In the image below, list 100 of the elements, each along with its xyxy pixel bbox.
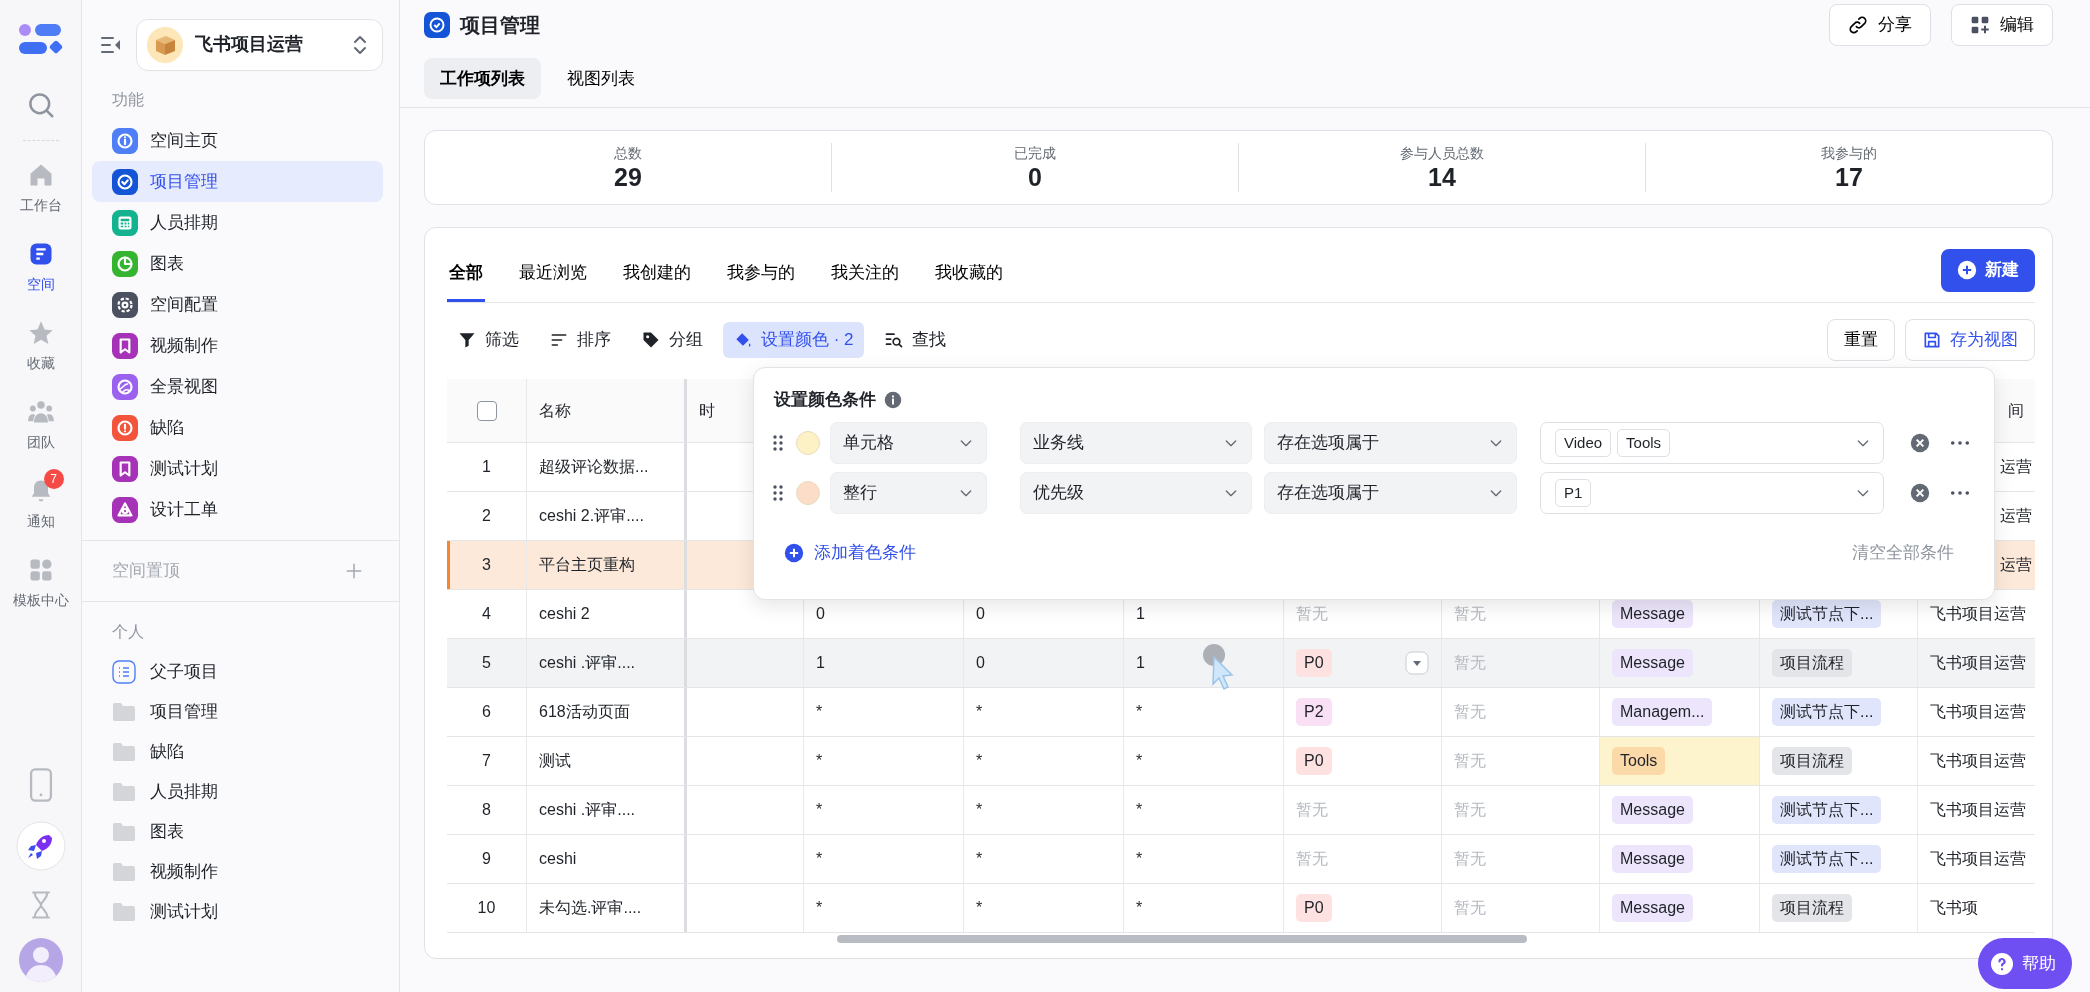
toolbar-button[interactable]: 查找 [873, 322, 956, 358]
sidebar-item[interactable]: 测试计划 [92, 448, 383, 489]
sidebar-item[interactable]: 全景视图 [92, 366, 383, 407]
option-tag: 测试节点下... [1772, 845, 1882, 873]
sidebar-item[interactable]: 项目管理 [92, 161, 383, 202]
option-tag: Message [1612, 649, 1693, 677]
new-button[interactable]: 新建 [1941, 248, 2035, 292]
table-cell-text: 飞书项 [1930, 898, 1978, 918]
rail-nav-item[interactable]: 通知 7 [1, 465, 80, 544]
plus-circle-icon [1957, 260, 1977, 280]
table-cell: * [1124, 737, 1284, 785]
edit-grid-icon [1970, 15, 1990, 35]
list-icon [112, 660, 136, 684]
section-title: 个人 [111, 622, 145, 642]
save-view-button[interactable]: 存为视图 [1905, 319, 2035, 361]
scope-select[interactable]: 整行 [830, 472, 987, 514]
sidebar-item[interactable]: 项目管理 [92, 692, 383, 732]
sidebar-item[interactable]: 缺陷 [92, 407, 383, 448]
view-tab[interactable]: 我关注的 [829, 246, 901, 302]
action-button[interactable]: 分享 [1829, 4, 1931, 46]
color-swatch[interactable] [796, 431, 820, 455]
sidebar-item[interactable]: 人员排期 [92, 202, 383, 243]
value-chip: P1 [1555, 478, 1592, 508]
field-select[interactable]: 业务线 [1020, 422, 1252, 464]
select-all-checkbox[interactable] [476, 400, 497, 421]
sidebar-item[interactable]: 空间配置 [92, 284, 383, 325]
page-tab[interactable]: 视图列表 [551, 57, 651, 100]
sidebar-item[interactable]: 视频制作 [92, 852, 383, 892]
toolbar-button[interactable]: 设置颜色 · 2 [723, 322, 864, 358]
sidebar-item[interactable]: 测试计划 [92, 892, 383, 932]
drag-handle-icon [772, 433, 784, 453]
select-value: 存在选项属于 [1277, 482, 1379, 505]
option-tag: 测试节点下... [1772, 600, 1882, 628]
table-row[interactable]: 7 测试 * * * P0 暂无 Tools 项目流程 飞书项目运营 [447, 737, 2035, 786]
page-tab[interactable]: 工作项列表 [424, 57, 541, 100]
view-tab[interactable]: 我参与的 [725, 246, 797, 302]
save-icon [1922, 330, 1942, 350]
select-value: 单元格 [843, 432, 894, 455]
help-button[interactable]: 帮助 [1978, 938, 2072, 989]
view-tab[interactable]: 我创建的 [621, 246, 693, 302]
sidebar-item[interactable]: 图表 [92, 243, 383, 284]
toolbar-button[interactable]: 排序 [539, 322, 621, 358]
table-cell: 4 [447, 590, 527, 638]
rail-nav-item[interactable]: 工作台 [1, 149, 80, 228]
scrollbar[interactable] [837, 935, 1527, 943]
rail-nav-item[interactable]: 模板中心 [1, 544, 80, 623]
table-row[interactable]: 5 ceshi .评审.... 1 0 1 P0 暂无 Message 项目流程 飞书项目运营 [447, 639, 2035, 688]
toolbar-button[interactable]: 筛选 [447, 322, 529, 358]
view-tab[interactable]: 我收藏的 [933, 246, 1005, 302]
rail-nav-item[interactable]: 团队 [1, 386, 80, 465]
info-icon [884, 391, 902, 409]
scope-select[interactable]: 单元格 [830, 422, 987, 464]
color-swatch[interactable] [796, 481, 820, 505]
section-title: 空间置顶 [112, 560, 180, 583]
action-button[interactable]: 编辑 [1951, 4, 2053, 46]
table-cell: * [1124, 835, 1284, 883]
workspace-selector[interactable]: 飞书项目运营 [136, 18, 383, 71]
popover-title: 设置颜色条件 [774, 389, 876, 412]
add-condition-button[interactable]: 添加着色条件 [784, 540, 916, 566]
table-cell: 暂无 [1442, 835, 1600, 883]
stat-label: 参与人员总数 [1400, 144, 1484, 164]
sidebar-item[interactable]: 缺陷 [92, 732, 383, 772]
operator-select[interactable]: 存在选项属于 [1264, 472, 1517, 514]
field-select[interactable]: 优先级 [1020, 472, 1252, 514]
table-cell: ceshi .评审.... [527, 786, 687, 834]
values-select[interactable]: Video Tools [1540, 422, 1884, 464]
values-select[interactable]: P1 [1540, 472, 1884, 514]
sidebar-item[interactable]: 人员排期 [92, 772, 383, 812]
table-cell-text: 运营 [2000, 555, 2032, 575]
table-cell: 3 [447, 541, 527, 589]
project-icon [424, 12, 450, 38]
rail-nav-item[interactable]: 收藏 [1, 307, 80, 386]
toolbar-button[interactable]: 分组 [631, 322, 713, 358]
view-tab[interactable]: 最近浏览 [517, 246, 589, 302]
table-row[interactable]: 8 ceshi .评审.... * * * 暂无 暂无 Message 测试节点下... 飞书项目运营 [447, 786, 2035, 835]
operator-select[interactable]: 存在选项属于 [1264, 422, 1517, 464]
sidebar-item[interactable]: 空间主页 [92, 120, 383, 161]
table-cell: 5 [447, 639, 527, 687]
table-cell: ceshi .评审.... [527, 639, 687, 687]
value-chip: Tools [1617, 428, 1671, 458]
remove-icon [1910, 433, 1930, 453]
option-tag: 项目流程 [1772, 747, 1852, 775]
table-cell-text: 飞书项目运营 [1930, 800, 2026, 820]
table-cell: 7 [447, 737, 527, 785]
filter-icon [457, 330, 477, 350]
table-cell: 9 [447, 835, 527, 883]
rail-nav-item[interactable]: 空间 [1, 228, 80, 307]
table-row[interactable]: 6 618活动页面 * * * P2 暂无 Managem... 测试节点下... 飞书项目运营 [447, 688, 2035, 737]
reset-button[interactable]: 重置 [1827, 319, 1895, 361]
view-tab[interactable]: 全部 [447, 246, 485, 302]
table-cell: * [964, 835, 1124, 883]
sidebar-item[interactable]: 父子项目 [92, 652, 383, 692]
table-cell: * [804, 835, 964, 883]
sidebar-item[interactable]: 设计工单 [92, 489, 383, 530]
table-row[interactable]: 9 ceshi * * * 暂无 暂无 Message 测试节点下... 飞书项目运营 [447, 835, 2035, 884]
table-cell: 暂无 [1442, 884, 1600, 932]
sidebar-item[interactable]: 视频制作 [92, 325, 383, 366]
sidebar-item[interactable]: 图表 [92, 812, 383, 852]
table-cell: 1 [447, 443, 527, 491]
table-row[interactable]: 10 未勾选.评审.... * * * P0 暂无 Message 项目流程 飞书项 [447, 884, 2035, 933]
